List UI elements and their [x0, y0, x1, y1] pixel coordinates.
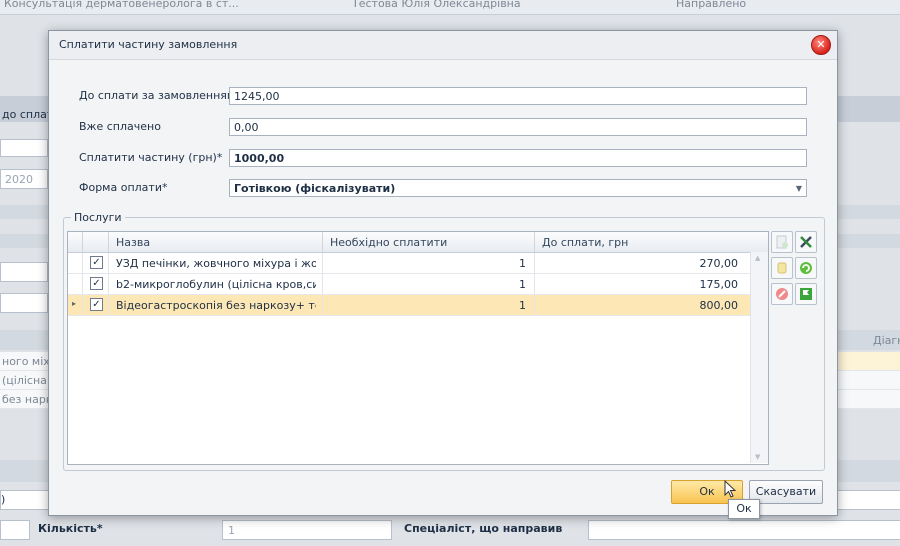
flag-icon[interactable] [795, 283, 817, 305]
table-row-selected[interactable]: ▸ ✓ Відеогастроскопія без наркозу+ тес..… [68, 295, 768, 316]
bg-header-diagnosis: Діагн [873, 334, 900, 347]
delete-icon[interactable] [771, 283, 793, 305]
row-service-name: УЗД печінки, жовчного міхура і жов... [116, 257, 316, 270]
bg-quantity-field[interactable]: 1 [222, 520, 392, 540]
column-header-required[interactable]: Необхідно сплатити [330, 236, 447, 249]
table-scrollbar[interactable]: ▲ ▼ [750, 252, 768, 463]
already-paid-label: Вже сплачено [79, 120, 161, 133]
bg-quantity-label: Кількість* [38, 522, 103, 535]
services-group-title: Послуги [71, 211, 125, 224]
table-row[interactable]: ✓ b2-микроглобулин (цілісна кров,сив... … [68, 274, 768, 295]
refresh-icon[interactable] [795, 257, 817, 279]
row-service-name: b2-микроглобулин (цілісна кров,сив... [116, 278, 316, 291]
row-amount: 175,00 [699, 278, 739, 291]
payment-form-label: Форма оплати* [79, 181, 168, 194]
to-pay-field[interactable]: 1245,00 [229, 87, 807, 105]
payment-form-value: Готівкою (фіскалізувати) [234, 182, 396, 195]
table-header: Назва Необхідно сплатити До сплати, грн [68, 232, 768, 253]
close-icon[interactable]: ✕ [811, 35, 831, 55]
pay-part-label: Сплатити частину (грн)* [79, 151, 223, 164]
document-icon[interactable] [771, 257, 793, 279]
add-row-icon[interactable] [771, 231, 793, 253]
ok-tooltip: Ок [728, 499, 760, 519]
column-header-amount[interactable]: До сплати, грн [542, 236, 628, 249]
tools-icon[interactable] [795, 231, 817, 253]
bg-row-status: Направлено [676, 0, 747, 10]
row-indicator-icon: ▸ [72, 299, 77, 308]
payment-form-select[interactable]: Готівкою (фіскалізувати) ▼ [229, 179, 807, 197]
pay-part-dialog: Сплатити частину замовлення ✕ До сплати … [48, 30, 838, 516]
scroll-up-icon[interactable]: ▲ [755, 254, 760, 262]
already-paid-field[interactable]: 0,00 [229, 118, 807, 136]
scroll-down-icon[interactable]: ▼ [755, 453, 760, 461]
dialog-titlebar: Сплатити частину замовлення ✕ [49, 31, 837, 60]
row-checkbox[interactable]: ✓ [90, 277, 103, 290]
bg-field [0, 139, 48, 157]
bg-date-field: 2020 [0, 169, 48, 189]
row-service-name: Відеогастроскопія без наркозу+ тес... [116, 299, 316, 312]
row-checkbox[interactable]: ✓ [90, 298, 103, 311]
column-header-name[interactable]: Назва [116, 236, 150, 249]
row-checkbox[interactable]: ✓ [90, 256, 103, 269]
bg-referrer-field[interactable] [588, 520, 900, 540]
row-required-qty: 1 [519, 299, 526, 312]
bg-referrer-label: Спеціаліст, що направив [404, 522, 563, 535]
to-pay-label: До сплати за замовленням [79, 89, 236, 102]
table-row[interactable]: ✓ УЗД печінки, жовчного міхура і жов... … [68, 253, 768, 274]
dialog-title: Сплатити частину замовлення [59, 38, 238, 51]
chevron-down-icon[interactable]: ▼ [796, 180, 802, 198]
row-amount: 270,00 [699, 257, 739, 270]
row-amount: 800,00 [699, 299, 739, 312]
row-required-qty: 1 [519, 278, 526, 291]
bg-label-to-pay: до сплат [2, 108, 54, 121]
bg-row-service: Консультація дерматовенеролога в ст... [4, 0, 239, 10]
cancel-button[interactable]: Скасувати [749, 480, 823, 504]
background-top-row: Консультація дерматовенеролога в ст... Т… [0, 0, 900, 15]
row-required-qty: 1 [519, 257, 526, 270]
bg-row-doctor: Тестова Юлія Олександрівна [352, 0, 521, 10]
services-table: Назва Необхідно сплатити До сплати, грн … [67, 231, 769, 465]
pay-part-field[interactable]: 1000,00 [229, 149, 807, 167]
